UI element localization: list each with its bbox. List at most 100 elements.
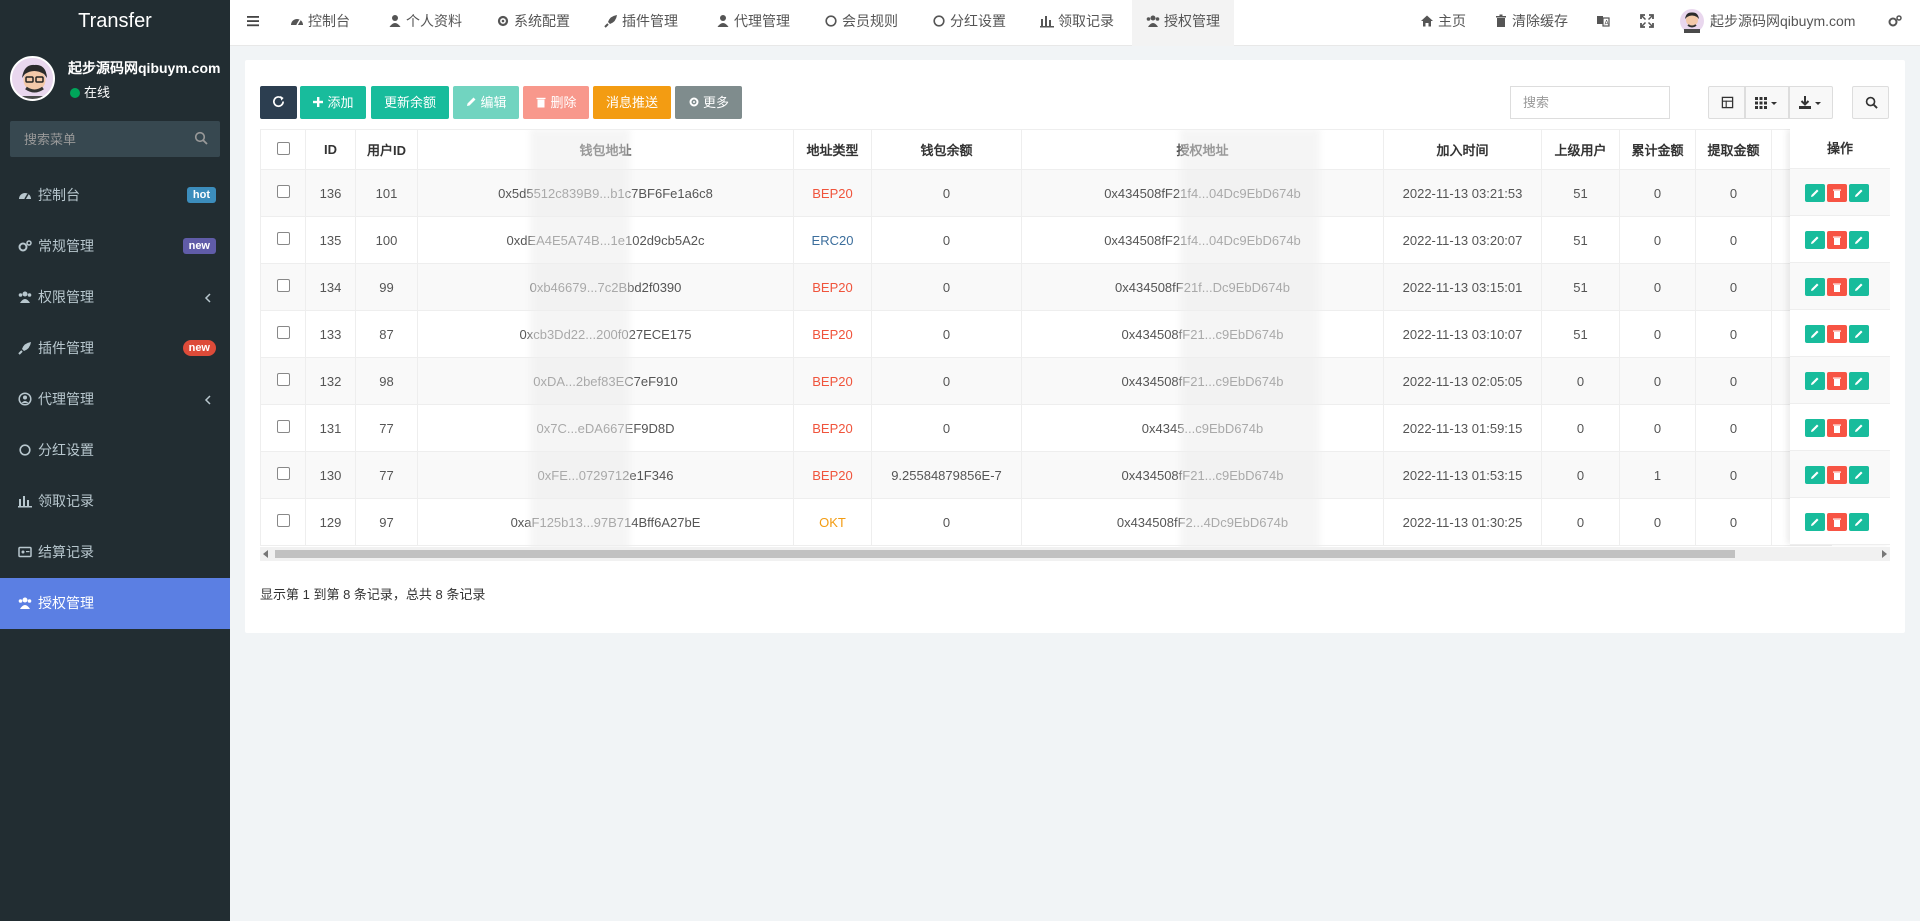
push-message-button[interactable]: 消息推送 bbox=[593, 86, 671, 119]
row-delete-button[interactable] bbox=[1827, 513, 1847, 531]
toggle-view-button[interactable] bbox=[1708, 86, 1745, 119]
row-edit-button[interactable] bbox=[1805, 372, 1825, 390]
row-edit-button[interactable] bbox=[1849, 419, 1869, 437]
sidebar-item-settlements[interactable]: 结算记录 bbox=[0, 527, 230, 578]
row-edit-button[interactable] bbox=[1805, 419, 1825, 437]
column-header[interactable]: 用户ID bbox=[355, 129, 418, 170]
sidebar-item-general[interactable]: 常规管理 new bbox=[0, 221, 230, 272]
tab-profile[interactable]: 个人资料 bbox=[388, 0, 462, 46]
table-icon bbox=[1721, 96, 1734, 109]
row-edit-button[interactable] bbox=[1849, 513, 1869, 531]
column-header[interactable]: ID bbox=[305, 129, 356, 170]
home-link[interactable]: 主页 bbox=[1420, 0, 1466, 46]
row-checkbox[interactable] bbox=[276, 326, 290, 339]
tab-dividends[interactable]: 分红设置 bbox=[932, 0, 1006, 46]
row-edit-button[interactable] bbox=[1805, 184, 1825, 202]
search-icon[interactable] bbox=[194, 131, 208, 145]
row-checkbox[interactable] bbox=[276, 373, 290, 386]
update-balance-button[interactable]: 更新余额 bbox=[371, 86, 449, 119]
refresh-icon bbox=[273, 95, 284, 108]
sidebar-item-dashboard[interactable]: 控制台 hot bbox=[0, 170, 230, 221]
refresh-button[interactable] bbox=[260, 86, 297, 119]
column-header[interactable]: 地址类型 bbox=[793, 129, 872, 170]
sidebar-item-agents[interactable]: 代理管理 bbox=[0, 374, 230, 425]
row-checkbox[interactable] bbox=[276, 467, 290, 480]
row-delete-button[interactable] bbox=[1827, 325, 1847, 343]
row-select-cell bbox=[260, 169, 306, 217]
scroll-left-arrow-icon[interactable] bbox=[262, 550, 270, 558]
column-header[interactable]: 累计金额 bbox=[1619, 129, 1696, 170]
row-checkbox[interactable] bbox=[276, 232, 290, 245]
new-badge: new bbox=[182, 340, 216, 356]
delete-button[interactable]: 删除 bbox=[523, 86, 589, 119]
row-delete-button[interactable] bbox=[1827, 231, 1847, 249]
row-edit-button[interactable] bbox=[1849, 325, 1869, 343]
sidebar-item-dividends[interactable]: 分红设置 bbox=[0, 425, 230, 476]
more-button[interactable]: 更多 bbox=[675, 86, 742, 119]
row-delete-button[interactable] bbox=[1827, 419, 1847, 437]
row-edit-button[interactable] bbox=[1849, 278, 1869, 296]
row-checkbox[interactable] bbox=[276, 420, 290, 433]
row-delete-button[interactable] bbox=[1827, 466, 1847, 484]
row-delete-button[interactable] bbox=[1827, 372, 1847, 390]
row-checkbox[interactable] bbox=[276, 514, 290, 527]
sidebar-item-authorization[interactable]: 授权管理 bbox=[0, 578, 230, 629]
column-header[interactable]: 上级用户 bbox=[1541, 129, 1620, 170]
tab-claims[interactable]: 领取记录 bbox=[1040, 0, 1114, 46]
row-edit-button[interactable] bbox=[1805, 466, 1825, 484]
trash-icon bbox=[1833, 471, 1841, 480]
row-checkbox[interactable] bbox=[276, 279, 290, 292]
operations-row bbox=[1790, 310, 1890, 357]
row-edit-button[interactable] bbox=[1805, 513, 1825, 531]
cell-id: 133 bbox=[305, 310, 356, 358]
app-logo[interactable]: Transfer bbox=[0, 0, 230, 42]
scroll-right-arrow-icon[interactable] bbox=[1880, 550, 1888, 558]
column-header[interactable]: 钱包余额 bbox=[871, 129, 1022, 170]
export-dropdown-button[interactable] bbox=[1789, 86, 1833, 119]
row-edit-button[interactable] bbox=[1805, 325, 1825, 343]
row-edit-button[interactable] bbox=[1805, 278, 1825, 296]
cell-balance: 0 bbox=[871, 310, 1022, 358]
tab-agents[interactable]: 代理管理 bbox=[716, 0, 790, 46]
horizontal-scrollbar[interactable] bbox=[260, 547, 1890, 561]
row-edit-button[interactable] bbox=[1849, 184, 1869, 202]
app-window: Transfer 起步源码网qibuym.com 在线 控制台 hot bbox=[0, 0, 1920, 921]
sidebar-item-plugins[interactable]: 插件管理 new bbox=[0, 323, 230, 374]
columns-dropdown-button[interactable] bbox=[1745, 86, 1789, 119]
tab-plugins[interactable]: 插件管理 bbox=[604, 0, 678, 46]
row-edit-button[interactable] bbox=[1849, 372, 1869, 390]
sidebar-item-claims[interactable]: 领取记录 bbox=[0, 476, 230, 527]
row-edit-button[interactable] bbox=[1849, 466, 1869, 484]
row-edit-button[interactable] bbox=[1849, 231, 1869, 249]
row-checkbox[interactable] bbox=[276, 185, 290, 198]
cell-join-time: 2022-11-13 01:59:15 bbox=[1383, 404, 1542, 452]
group-icon bbox=[18, 291, 32, 303]
column-header[interactable]: 加入时间 bbox=[1383, 129, 1542, 170]
column-header[interactable]: 提取金额 bbox=[1695, 129, 1772, 170]
sidebar-item-permissions[interactable]: 权限管理 bbox=[0, 272, 230, 323]
table-search-input[interactable] bbox=[1510, 86, 1670, 119]
tab-authorization[interactable]: 授权管理 bbox=[1132, 0, 1234, 46]
trash-icon bbox=[1833, 424, 1841, 433]
home-label: 主页 bbox=[1438, 13, 1466, 29]
language-button[interactable]: A bbox=[1596, 0, 1614, 46]
row-delete-button[interactable] bbox=[1827, 278, 1847, 296]
tab-member-rules[interactable]: 会员规则 bbox=[824, 0, 898, 46]
scrollbar-thumb[interactable] bbox=[275, 550, 1735, 558]
sidebar-search-input[interactable] bbox=[10, 121, 220, 157]
row-edit-button[interactable] bbox=[1805, 231, 1825, 249]
search-toggle-button[interactable] bbox=[1852, 86, 1889, 119]
fullscreen-button[interactable] bbox=[1640, 0, 1658, 46]
cell-id: 129 bbox=[305, 498, 356, 546]
edit-button[interactable]: 编辑 bbox=[453, 86, 519, 119]
account-menu[interactable]: 起步源码网qibuym.com bbox=[1680, 0, 1855, 46]
sidebar-toggle-button[interactable] bbox=[246, 0, 264, 46]
clear-cache-button[interactable]: 清除缓存 bbox=[1494, 0, 1568, 46]
add-button[interactable]: 添加 bbox=[300, 86, 366, 119]
tab-dashboard[interactable]: 控制台 bbox=[290, 0, 350, 46]
settings-button[interactable] bbox=[1888, 0, 1906, 46]
operations-row bbox=[1790, 357, 1890, 404]
select-all-checkbox[interactable] bbox=[276, 141, 290, 155]
tab-system-config[interactable]: 系统配置 bbox=[496, 0, 570, 46]
row-delete-button[interactable] bbox=[1827, 184, 1847, 202]
